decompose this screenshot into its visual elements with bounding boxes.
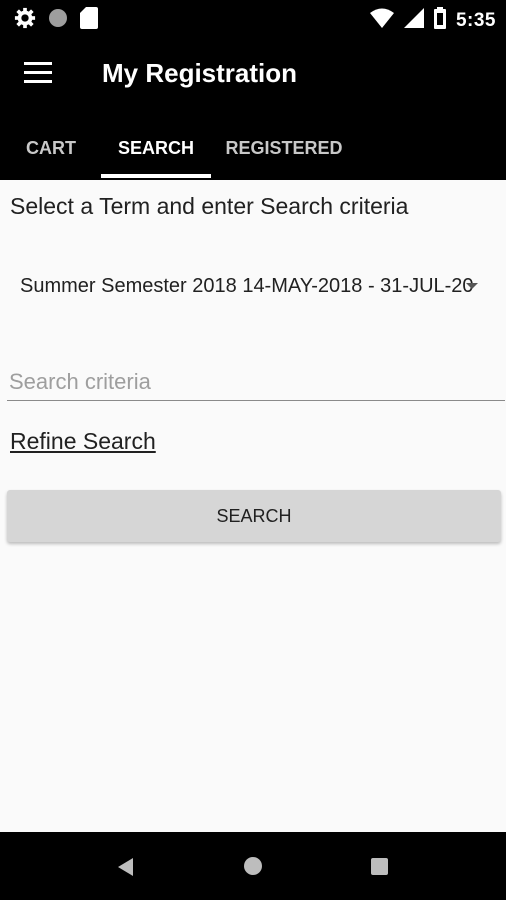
search-criteria-input[interactable]: [7, 364, 505, 401]
tab-search[interactable]: SEARCH: [101, 116, 211, 180]
search-instructions: Select a Term and enter Search criteria: [10, 193, 409, 219]
app-bar: My Registration: [0, 36, 506, 116]
home-icon[interactable]: [244, 857, 262, 875]
term-selected-value: Summer Semester 2018 14-MAY-2018 - 31-JU…: [20, 275, 474, 297]
status-bar: 5:35: [0, 0, 506, 36]
signal-icon: [403, 8, 424, 33]
back-icon[interactable]: [118, 858, 133, 876]
battery-icon: [433, 7, 446, 34]
active-tab-indicator: [101, 174, 211, 178]
status-time: 5:35: [455, 9, 496, 31]
circle-icon: [48, 8, 68, 33]
dropdown-arrow-icon: [466, 283, 478, 289]
tab-registered[interactable]: REGISTERED: [222, 116, 346, 180]
search-button[interactable]: SEARCH: [7, 490, 501, 542]
sd-card-icon: [80, 7, 98, 34]
refine-search-link[interactable]: Refine Search: [10, 428, 156, 455]
tab-bar: CART SEARCH REGISTERED: [0, 116, 506, 180]
app-title: My Registration: [102, 58, 298, 88]
wifi-icon: [369, 8, 394, 33]
hamburger-menu-icon[interactable]: [24, 62, 56, 86]
navigation-bar: [0, 832, 506, 900]
term-select[interactable]: Summer Semester 2018 14-MAY-2018 - 31-JU…: [8, 266, 488, 306]
recent-apps-icon[interactable]: [371, 858, 388, 875]
tab-cart[interactable]: CART: [14, 116, 88, 180]
settings-icon: [14, 7, 36, 34]
